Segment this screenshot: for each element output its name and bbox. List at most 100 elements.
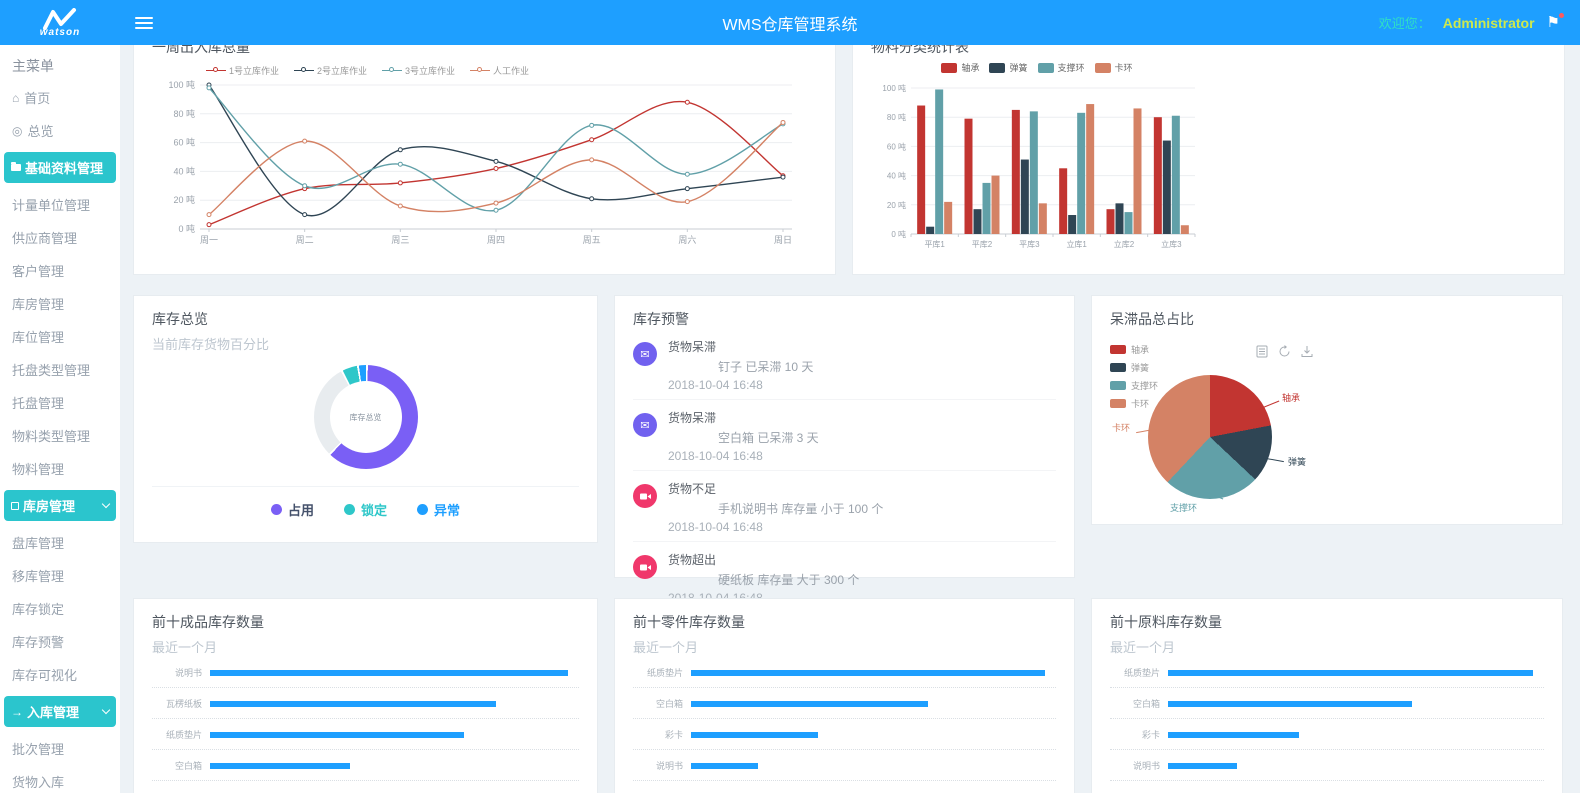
sidebar-item-总览[interactable]: ◎总览 xyxy=(0,114,120,147)
bar-value[interactable] xyxy=(1168,670,1533,676)
sidebar-item-库位管理[interactable]: 库位管理 xyxy=(0,320,120,353)
legend-label: 弹簧 xyxy=(1009,61,1027,74)
card-subtitle: 最近一个月 xyxy=(152,637,579,656)
legend-item-轴承[interactable]: 轴承 xyxy=(941,61,979,74)
legend-marker-dot xyxy=(477,67,482,72)
sidebar-item-盘库管理[interactable]: 盘库管理 xyxy=(0,526,120,559)
legend-label: 轴承 xyxy=(961,61,979,74)
legend-item-弹簧[interactable]: 弹簧 xyxy=(1110,361,1158,374)
bar-value[interactable] xyxy=(210,701,496,707)
bar-row-空白箱: 空白箱 xyxy=(152,759,579,772)
svg-text:周六: 周六 xyxy=(678,234,696,245)
gauge-icon: ◎ xyxy=(12,125,22,137)
sidebar-item-库存预警[interactable]: 库存预警 xyxy=(0,625,120,658)
sidebar-menu-title: 主菜单 xyxy=(0,45,120,81)
legend-item-1号立库作业[interactable]: 1号立库作业 xyxy=(206,64,279,77)
svg-text:周三: 周三 xyxy=(391,235,409,245)
legend-item-占用[interactable]: 占用 xyxy=(271,500,314,519)
sidebar-group-库房管理[interactable]: 库房管理 xyxy=(4,490,116,521)
bar-value[interactable] xyxy=(210,670,568,676)
alert-list-item[interactable]: 货物不足手机说明书 库存量 小于 100 个2018-10-04 16:48 xyxy=(633,471,1056,542)
sidebar-item-物料管理[interactable]: 物料管理 xyxy=(0,452,120,485)
bar-value[interactable] xyxy=(691,701,928,707)
sidebar-item-库存可视化[interactable]: 库存可视化 xyxy=(0,658,120,691)
sidebar-item-计量单位管理[interactable]: 计量单位管理 xyxy=(0,188,120,221)
svg-text:0 吨: 0 吨 xyxy=(178,223,195,234)
legend-item-支撑环[interactable]: 支撑环 xyxy=(1038,61,1085,74)
inventory-donut-chart[interactable]: 库存总览 xyxy=(314,365,418,469)
sidebar-item-托盘类型管理[interactable]: 托盘类型管理 xyxy=(0,353,120,386)
bar-value[interactable] xyxy=(1168,732,1299,738)
download-icon[interactable] xyxy=(1301,345,1313,363)
bar-value[interactable] xyxy=(1168,763,1237,769)
legend-item-3号立库作业[interactable]: 3号立库作业 xyxy=(382,64,455,77)
legend-item-卡环[interactable]: 卡环 xyxy=(1110,397,1158,410)
card-subtitle: 当前库存货物百分比 xyxy=(152,334,579,353)
bar-value[interactable] xyxy=(210,763,350,769)
sidebar-item-供应商管理[interactable]: 供应商管理 xyxy=(0,221,120,254)
sidebar-item-库存锁定[interactable]: 库存锁定 xyxy=(0,592,120,625)
sidebar-item-托盘管理[interactable]: 托盘管理 xyxy=(0,386,120,419)
app-logo[interactable]: watson xyxy=(0,0,120,45)
legend-item-弹簧[interactable]: 弹簧 xyxy=(989,61,1027,74)
sidebar-item-批次管理[interactable]: 批次管理 xyxy=(0,732,120,765)
card-title: 前十原料库存数量 xyxy=(1110,612,1544,632)
mail-icon: ✉ xyxy=(633,342,657,366)
card-title: 呆滞品总占比 xyxy=(1110,309,1544,329)
card-title: 前十成品库存数量 xyxy=(152,612,579,632)
legend-item-异常[interactable]: 异常 xyxy=(417,500,460,519)
menu-toggle-icon[interactable] xyxy=(135,14,153,32)
bar-value[interactable] xyxy=(691,732,818,738)
top-finished-bar-chart[interactable]: 说明书瓦楞纸板纸质垫片空白箱 xyxy=(152,666,579,781)
username[interactable]: Administrator xyxy=(1443,15,1535,31)
alert-list-item[interactable]: ✉货物呆滞空白箱 已呆滞 3 天2018-10-04 16:48 xyxy=(633,400,1056,471)
legend-item-支撑环[interactable]: 支撑环 xyxy=(1110,379,1158,392)
legend-dot xyxy=(344,504,355,515)
alert-time: 2018-10-04 16:48 xyxy=(668,378,1056,392)
legend-item-2号立库作业[interactable]: 2号立库作业 xyxy=(294,64,367,77)
top-parts-bar-chart[interactable]: 纸质垫片空白箱彩卡说明书 xyxy=(633,666,1056,781)
sidebar-group-基础资料管理[interactable]: 基础资料管理 xyxy=(4,152,116,183)
card-top-parts: 前十零件库存数量 最近一个月 纸质垫片空白箱彩卡说明书 xyxy=(614,598,1075,793)
legend-item-锁定[interactable]: 锁定 xyxy=(344,500,387,519)
sidebar-label: 库房管理 xyxy=(23,496,75,515)
bar-track xyxy=(1168,670,1544,676)
bar-label: 说明书 xyxy=(1110,759,1168,772)
alert-title: 货物超出 xyxy=(668,551,1056,568)
bar-label: 空白箱 xyxy=(1110,697,1168,710)
bar-value[interactable] xyxy=(1168,701,1412,707)
legend-marker xyxy=(206,70,226,71)
svg-text:60 吨: 60 吨 xyxy=(887,141,906,151)
sidebar-label: 库房管理 xyxy=(12,294,64,313)
svg-text:平库2: 平库2 xyxy=(972,239,993,249)
bar-separator xyxy=(633,780,1056,781)
flag-notification-icon[interactable]: ⚑ xyxy=(1547,15,1560,30)
sidebar-item-库房管理[interactable]: 库房管理 xyxy=(0,287,120,320)
legend-marker-dot xyxy=(301,67,306,72)
legend-item-卡环[interactable]: 卡环 xyxy=(1095,61,1133,74)
sidebar-item-移库管理[interactable]: 移库管理 xyxy=(0,559,120,592)
legend-item-轴承[interactable]: 轴承 xyxy=(1110,343,1158,356)
sidebar-group-入库管理[interactable]: →入库管理 xyxy=(4,696,116,727)
bar-value[interactable] xyxy=(691,763,758,769)
sidebar-item-首页[interactable]: ⌂首页 xyxy=(0,81,120,114)
sidebar-label: 库存锁定 xyxy=(12,599,64,618)
bar-value[interactable] xyxy=(210,732,464,738)
top-raw-bar-chart[interactable]: 纸质垫片空白箱彩卡说明书 xyxy=(1110,666,1544,781)
video-icon xyxy=(633,555,657,579)
sidebar-item-客户管理[interactable]: 客户管理 xyxy=(0,254,120,287)
legend-item-人工作业[interactable]: 人工作业 xyxy=(470,64,529,77)
weekly-line-chart[interactable]: 0 吨20 吨40 吨60 吨80 吨100 吨周一周二周三周四周五周六周日 xyxy=(152,77,817,264)
bar-row-说明书: 说明书 xyxy=(152,666,579,679)
material-bar-chart[interactable]: 0 吨20 吨40 吨60 吨80 吨100 吨平库1平库2平库3立库1立库2立… xyxy=(871,74,1203,269)
data-view-icon[interactable] xyxy=(1256,345,1268,363)
refresh-icon[interactable] xyxy=(1278,345,1291,363)
bar-value[interactable] xyxy=(691,670,1045,676)
alert-list-item[interactable]: ✉货物呆滞钉子 已呆滞 10 天2018-10-04 16:48 xyxy=(633,329,1056,400)
bar-track xyxy=(1168,701,1544,707)
stagnant-pie-chart[interactable]: 轴承弹簧支撑环卡环轴承弹簧支撑环卡环 xyxy=(1110,331,1544,509)
sidebar-item-货物入库[interactable]: 货物入库 xyxy=(0,765,120,793)
bar-label: 纸质垫片 xyxy=(633,666,691,679)
pie-graphic[interactable] xyxy=(1148,375,1272,499)
sidebar-item-物料类型管理[interactable]: 物料类型管理 xyxy=(0,419,120,452)
